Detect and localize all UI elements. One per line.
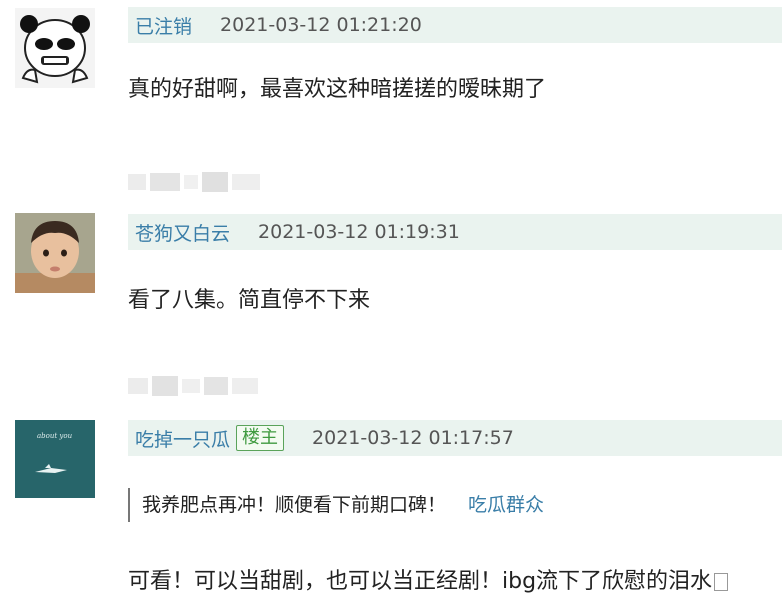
op-badge: 楼主 bbox=[236, 425, 285, 451]
avatar-art-text: about you bbox=[37, 432, 73, 440]
teal-artwork-avatar[interactable]: about you bbox=[15, 420, 95, 498]
username-link[interactable]: 已注销 bbox=[135, 12, 192, 39]
quote-text: 我养肥点再冲！顺便看下前期口碑！ bbox=[142, 494, 447, 516]
missing-glyph-box-icon bbox=[714, 573, 729, 591]
timestamp: 2021-03-12 01:17:57 bbox=[312, 427, 514, 449]
comment-text-content: 可看！可以当甜剧，也可以当正经剧！ibg流下了欣慰的泪水 bbox=[128, 569, 713, 594]
panda-meme-avatar[interactable] bbox=[15, 8, 95, 88]
username-link[interactable]: 苍狗又白云 bbox=[135, 219, 230, 246]
blurred-action-bar bbox=[128, 375, 262, 397]
toddler-photo-avatar[interactable] bbox=[15, 213, 95, 293]
comment-meta: 已注销 2021-03-12 01:21:20 bbox=[128, 7, 782, 43]
comment-text: 可看！可以当甜剧，也可以当正经剧！ibg流下了欣慰的泪水 bbox=[128, 563, 729, 595]
comment-text: 看了八集。简直停不下来 bbox=[128, 288, 371, 313]
comment-meta: 苍狗又白云 2021-03-12 01:19:31 bbox=[128, 214, 782, 250]
quote-username-link[interactable]: 吃瓜群众 bbox=[468, 494, 544, 516]
timestamp: 2021-03-12 01:19:31 bbox=[258, 221, 460, 243]
comment-text: 真的好甜啊，最喜欢这种暗搓搓的暧昧期了 bbox=[128, 77, 547, 102]
timestamp: 2021-03-12 01:21:20 bbox=[220, 14, 422, 36]
blurred-action-bar bbox=[128, 171, 262, 193]
quoted-reply: 我养肥点再冲！顺便看下前期口碑！ 吃瓜群众 bbox=[128, 488, 544, 522]
username-link[interactable]: 吃掉一只瓜 bbox=[135, 425, 230, 452]
comment-meta: 吃掉一只瓜 楼主 2021-03-12 01:17:57 bbox=[128, 420, 782, 456]
